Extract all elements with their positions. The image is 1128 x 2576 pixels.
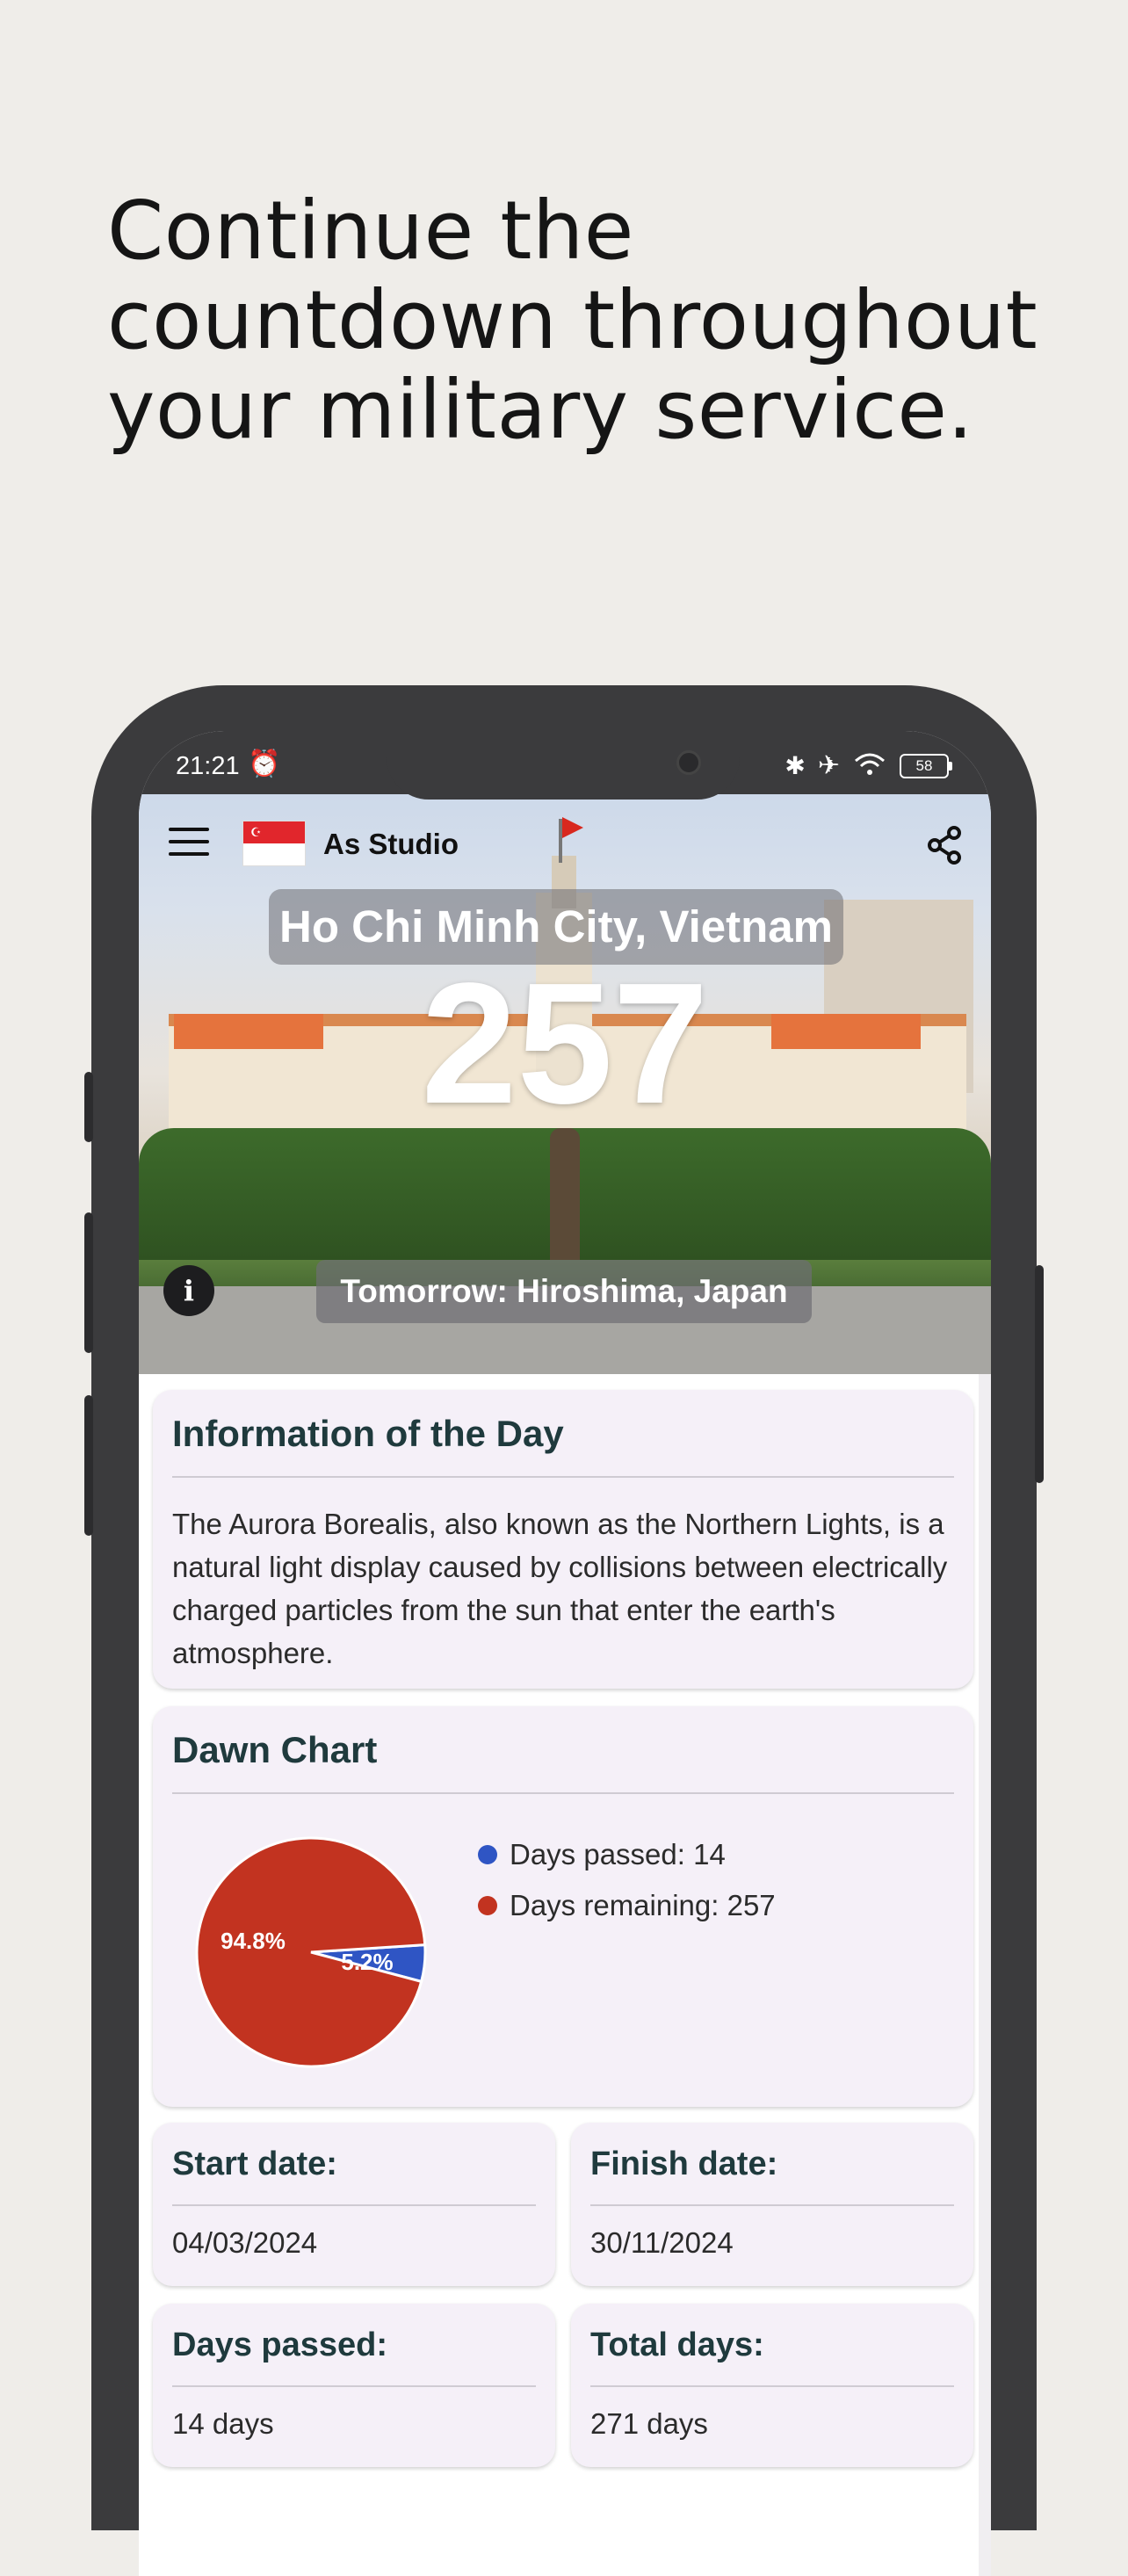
- phone-volume-down: [84, 1395, 93, 1536]
- start-date-value: 04/03/2024: [172, 2226, 318, 2259]
- info-card-text: The Aurora Borealis, also known as the N…: [172, 1508, 948, 1669]
- app-bar: ☪ As Studio: [139, 794, 991, 891]
- info-of-day-card: Information of the Day The Aurora Boreal…: [153, 1390, 973, 1689]
- total-days-title: Total days:: [590, 2326, 954, 2387]
- tomorrow-city-label: Tomorrow: Hiroshima, Japan: [316, 1260, 812, 1323]
- mute-alarm-icon: ⏰: [248, 749, 281, 778]
- scroll-edge: [979, 1374, 991, 2576]
- start-date-card: Start date: 04/03/2024: [153, 2123, 555, 2286]
- share-icon[interactable]: [924, 824, 966, 866]
- phone-volume-up: [84, 1212, 93, 1353]
- pie-label-passed: 5.2%: [341, 1949, 393, 1975]
- legend-passed-label: Days passed: 14: [510, 1838, 726, 1870]
- battery-icon: 58: [900, 753, 952, 778]
- pie-label-remaining: 94.8%: [221, 1928, 286, 1954]
- front-camera: [676, 750, 701, 775]
- countdown-number: 257: [421, 947, 709, 1140]
- info-icon[interactable]: i: [163, 1265, 214, 1316]
- content-area: Information of the Day The Aurora Boreal…: [139, 1374, 991, 2576]
- start-date-title: Start date:: [172, 2145, 536, 2206]
- days-passed-card: Days passed: 14 days: [153, 2304, 555, 2467]
- marketing-headline: Continue the countdown throughout your m…: [107, 186, 1091, 455]
- legend-remaining-dot: [478, 1896, 497, 1915]
- legend-passed-dot: [478, 1845, 497, 1864]
- bluetooth-icon: ✱: [785, 752, 806, 779]
- legend-passed: Days passed: 14: [478, 1838, 726, 1871]
- phone-frame: 21:21 ⏰ ✱ ✈ 58 ☪ As Studio Ho Chi Minh C…: [84, 685, 1044, 2576]
- finish-date-title: Finish date:: [590, 2145, 954, 2206]
- status-time: 21:21: [176, 752, 240, 780]
- singapore-flag-icon[interactable]: ☪: [242, 821, 306, 866]
- headline-line-1: Continue the: [107, 184, 634, 278]
- headline-line-3: your military service.: [107, 363, 974, 457]
- days-passed-value: 14 days: [172, 2407, 274, 2440]
- chart-card-title: Dawn Chart: [172, 1729, 954, 1794]
- hamburger-menu-icon[interactable]: [169, 828, 209, 859]
- wifi-icon: [852, 750, 887, 781]
- finish-date-value: 30/11/2024: [590, 2226, 734, 2259]
- camera-notch: [387, 731, 740, 800]
- days-passed-title: Days passed:: [172, 2326, 536, 2387]
- dawn-chart-card: Dawn Chart 5.2% 94.8% Days passed: 14 Day…: [153, 1706, 973, 2107]
- info-card-title: Information of the Day: [172, 1413, 954, 1478]
- total-days-card: Total days: 271 days: [571, 2304, 973, 2467]
- headline-line-2: countdown throughout: [107, 273, 1038, 367]
- app-title: As Studio: [323, 828, 459, 860]
- dawn-pie-chart: 5.2% 94.8%: [195, 1836, 427, 2068]
- legend-remaining-label: Days remaining: 257: [510, 1889, 776, 1921]
- phone-power-button: [1035, 1265, 1044, 1483]
- phone-screen: 21:21 ⏰ ✱ ✈ 58 ☪ As Studio Ho Chi Minh C…: [139, 731, 991, 2576]
- airplane-icon: ✈: [817, 751, 840, 780]
- phone-side-button: [84, 1072, 93, 1142]
- legend-remaining: Days remaining: 257: [478, 1889, 776, 1922]
- total-days-value: 271 days: [590, 2407, 708, 2440]
- finish-date-card: Finish date: 30/11/2024: [571, 2123, 973, 2286]
